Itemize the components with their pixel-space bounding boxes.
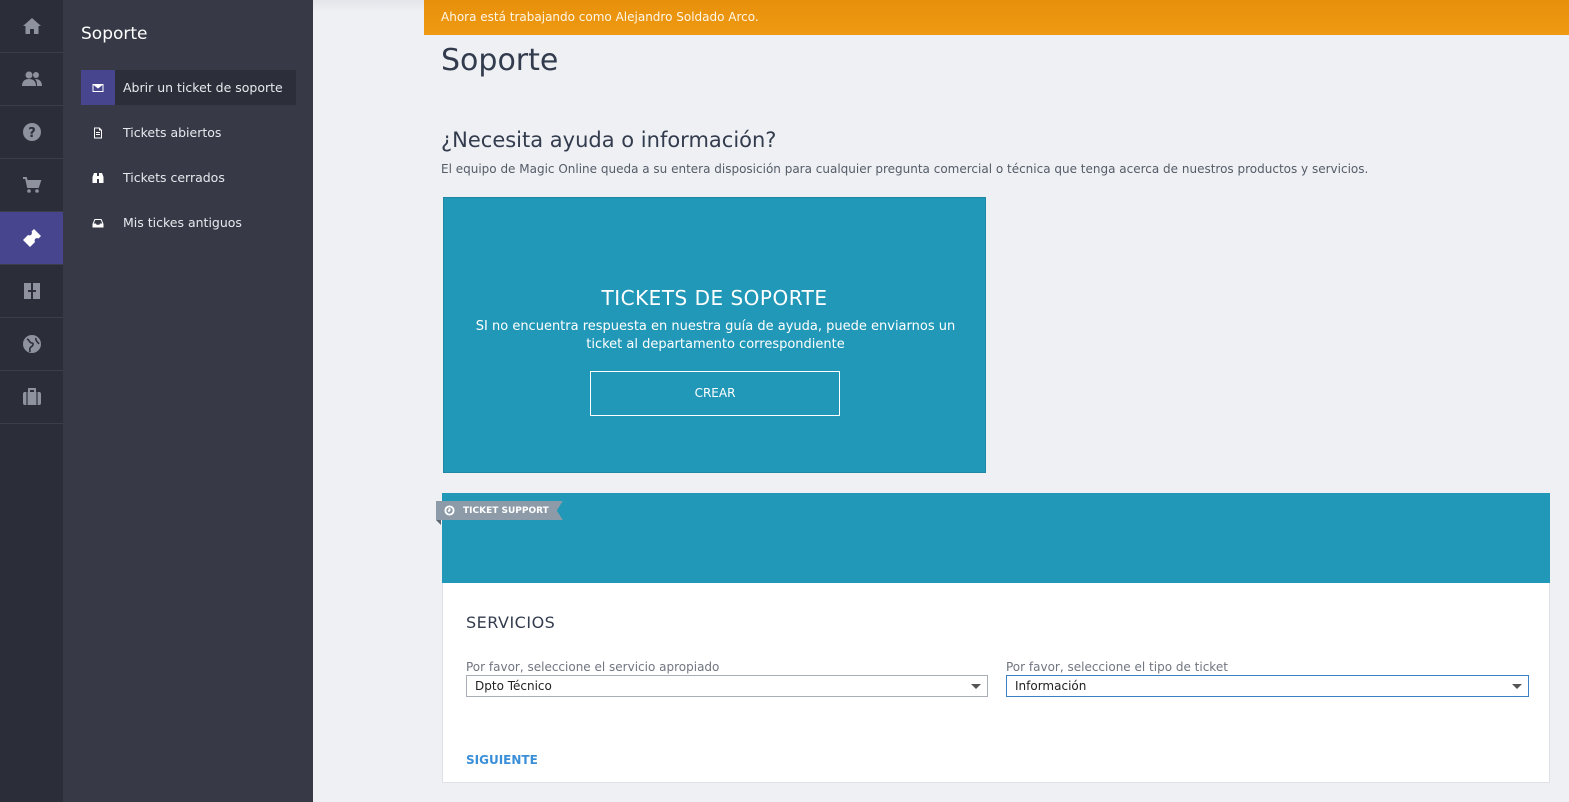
sidebar-item-label: Abrir un ticket de soporte [123,80,283,95]
page-title: Soporte [441,43,559,78]
sidebar-item-label: Tickets abiertos [123,125,222,140]
services-title: SERVICIOS [466,613,556,632]
rail-item-cart[interactable] [0,159,63,212]
ticket-type-select-label: Por favor, seleccione el tipo de ticket [1006,660,1228,674]
ticket-type-select-value: Información [1015,679,1087,693]
card-title: TICKETS DE SOPORTE [601,286,828,310]
rail-item-home[interactable] [0,0,63,53]
users-icon [21,71,42,86]
service-select-label: Por favor, seleccione el servicio apropi… [466,660,720,674]
next-link[interactable]: SIGUIENTE [466,753,538,767]
rail-item-help[interactable]: ? [0,106,63,159]
rail-item-domains[interactable] [0,265,63,318]
home-icon [22,18,41,34]
sidebar: Soporte Abrir un ticket de soporte Ticke… [63,0,313,802]
icon-rail: ? [0,0,63,802]
services-panel-header [442,493,1550,583]
ticket-support-ribbon: TICKET SUPPORT [436,501,563,520]
services-panel: SERVICIOS Por favor, seleccione el servi… [442,583,1550,783]
chevron-down-icon [971,684,981,689]
envelope-icon [81,70,115,105]
card-description: SI no encuentra respuesta en nuestra guí… [475,319,956,352]
chevron-down-icon [1512,684,1522,689]
cart-icon [22,177,41,193]
ticket-icon [22,229,41,247]
sidebar-item-label: Mis tickes antiguos [123,215,242,230]
support-tickets-card: TICKETS DE SOPORTE SI no encuentra respu… [443,197,986,473]
clock-icon [444,505,455,516]
help-title: ¿Necesita ayuda o información? [441,128,777,152]
rail-item-tickets[interactable] [0,212,63,265]
sidebar-item-old-tickets[interactable]: Mis tickes antiguos [81,205,296,240]
ribbon-label: TICKET SUPPORT [463,505,549,516]
sidebar-item-closed-tickets[interactable]: Tickets cerrados [81,160,296,195]
svg-text:?: ? [28,126,36,141]
service-select[interactable]: Dpto Técnico [466,675,988,697]
sidebar-item-open-tickets[interactable]: Tickets abiertos [81,115,296,150]
ticket-type-select[interactable]: Información [1006,675,1529,697]
binoculars-icon [81,160,115,195]
rail-item-users[interactable] [0,53,63,106]
rail-item-globe[interactable] [0,318,63,371]
briefcase-icon [22,388,41,405]
help-icon: ? [22,123,41,141]
sidebar-title: Soporte [81,24,148,44]
service-select-value: Dpto Técnico [475,679,552,693]
ribbon-fold [436,520,441,525]
domain-icon [23,283,40,299]
impersonation-notice: Ahora está trabajando como Alejandro Sol… [424,0,1569,35]
sidebar-item-label: Tickets cerrados [123,170,225,185]
inbox-icon [81,205,115,240]
sidebar-item-open-ticket[interactable]: Abrir un ticket de soporte [81,70,296,105]
document-icon [81,115,115,150]
globe-icon [22,335,41,353]
help-description: El equipo de Magic Online queda a su ent… [441,162,1369,176]
create-ticket-button[interactable]: CREAR [590,371,840,416]
rail-item-briefcase[interactable] [0,371,63,424]
